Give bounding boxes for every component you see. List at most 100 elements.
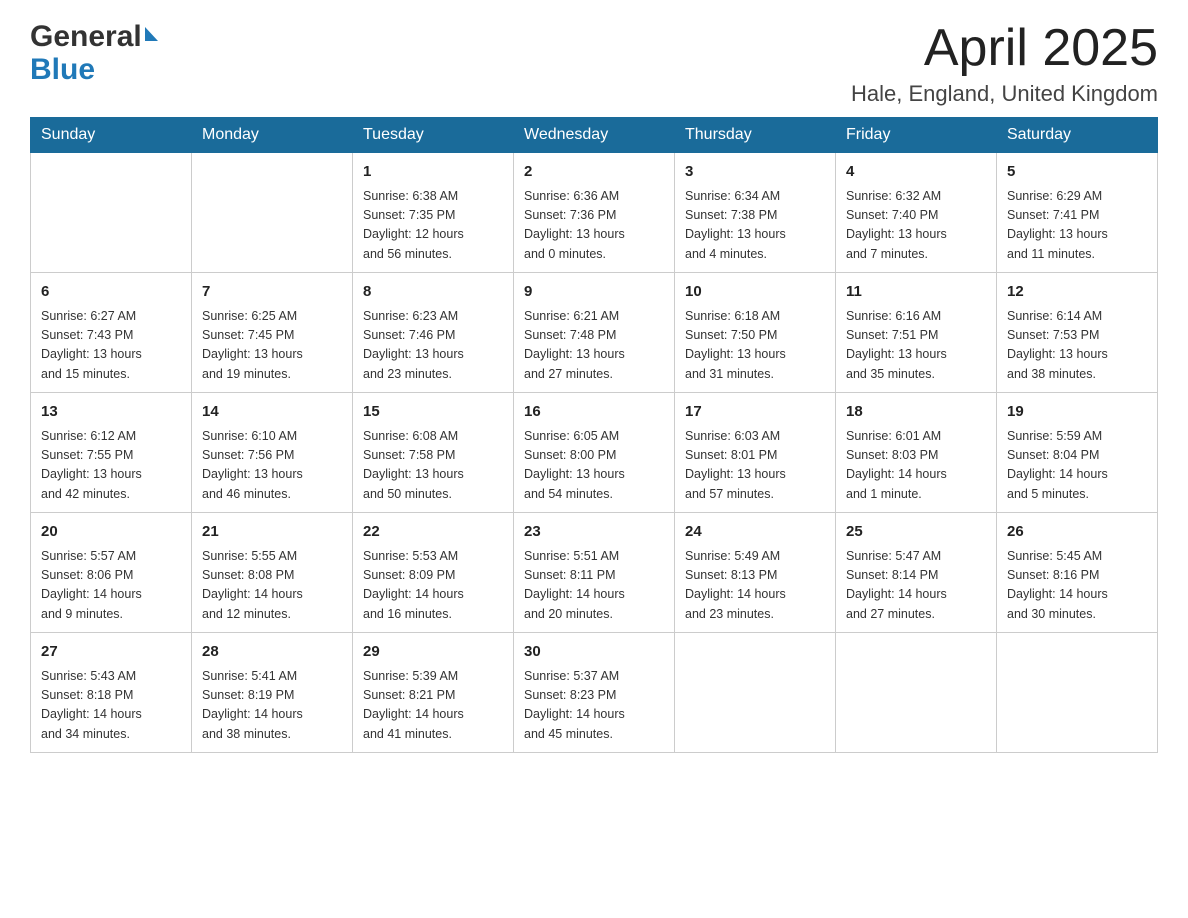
day-number: 1 <box>363 161 503 184</box>
day-number: 11 <box>846 281 986 304</box>
calendar-day-cell: 22Sunrise: 5:53 AM Sunset: 8:09 PM Dayli… <box>353 513 514 633</box>
logo-general: General <box>30 20 142 53</box>
day-info: Sunrise: 5:49 AM Sunset: 8:13 PM Dayligh… <box>685 547 825 625</box>
calendar-day-cell: 2Sunrise: 6:36 AM Sunset: 7:36 PM Daylig… <box>514 153 675 273</box>
logo-arrow-icon <box>145 27 158 41</box>
day-info: Sunrise: 6:03 AM Sunset: 8:01 PM Dayligh… <box>685 427 825 505</box>
calendar-day-cell <box>997 633 1158 753</box>
day-info: Sunrise: 6:23 AM Sunset: 7:46 PM Dayligh… <box>363 307 503 385</box>
day-number: 22 <box>363 521 503 544</box>
day-number: 28 <box>202 641 342 664</box>
calendar-day-cell: 5Sunrise: 6:29 AM Sunset: 7:41 PM Daylig… <box>997 153 1158 273</box>
day-number: 18 <box>846 401 986 424</box>
calendar-day-cell: 12 Sunrise: 6:14 AM Sunset: 7:53 PM Dayli… <box>997 273 1158 393</box>
day-of-week-header: Monday <box>192 118 353 153</box>
calendar-week-row: 13 Sunrise: 6:12 AM Sunset: 7:55 PM Dayli… <box>31 393 1158 513</box>
month-title: April 2025 <box>851 20 1158 77</box>
calendar-day-cell: 24Sunrise: 5:49 AM Sunset: 8:13 PM Dayli… <box>675 513 836 633</box>
day-info: Sunrise: 6:32 AM Sunset: 7:40 PM Dayligh… <box>846 187 986 265</box>
day-info: Sunrise: 5:59 AM Sunset: 8:04 PM Dayligh… <box>1007 427 1147 505</box>
day-info: Sunrise: 5:39 AM Sunset: 8:21 PM Dayligh… <box>363 667 503 745</box>
logo: General Blue <box>30 20 158 86</box>
day-info: Sunrise: 6:10 AM Sunset: 7:56 PM Dayligh… <box>202 427 342 505</box>
calendar-day-cell: 4 Sunrise: 6:32 AM Sunset: 7:40 PM Daylig… <box>836 153 997 273</box>
day-info: Sunrise: 6:18 AM Sunset: 7:50 PM Dayligh… <box>685 307 825 385</box>
calendar-day-cell: 23 Sunrise: 5:51 AM Sunset: 8:11 PM Dayli… <box>514 513 675 633</box>
day-number: 8 <box>363 281 503 304</box>
calendar-day-cell: 1 Sunrise: 6:38 AM Sunset: 7:35 PM Daylig… <box>353 153 514 273</box>
day-number: 5 <box>1007 161 1147 184</box>
day-info: Sunrise: 6:05 AM Sunset: 8:00 PM Dayligh… <box>524 427 664 505</box>
calendar-day-cell: 13 Sunrise: 6:12 AM Sunset: 7:55 PM Dayli… <box>31 393 192 513</box>
calendar-week-row: 27 Sunrise: 5:43 AM Sunset: 8:18 PM Dayli… <box>31 633 1158 753</box>
calendar-day-cell: 26 Sunrise: 5:45 AM Sunset: 8:16 PM Dayli… <box>997 513 1158 633</box>
calendar-day-cell: 19Sunrise: 5:59 AM Sunset: 8:04 PM Dayli… <box>997 393 1158 513</box>
day-number: 23 <box>524 521 664 544</box>
calendar-day-cell: 21 Sunrise: 5:55 AM Sunset: 8:08 PM Dayli… <box>192 513 353 633</box>
calendar-day-cell: 10 Sunrise: 6:18 AM Sunset: 7:50 PM Dayli… <box>675 273 836 393</box>
day-number: 14 <box>202 401 342 424</box>
calendar-day-cell: 14 Sunrise: 6:10 AM Sunset: 7:56 PM Dayli… <box>192 393 353 513</box>
day-number: 26 <box>1007 521 1147 544</box>
day-number: 27 <box>41 641 181 664</box>
day-of-week-header: Thursday <box>675 118 836 153</box>
day-info: Sunrise: 6:01 AM Sunset: 8:03 PM Dayligh… <box>846 427 986 505</box>
day-number: 30 <box>524 641 664 664</box>
calendar-day-cell: 9 Sunrise: 6:21 AM Sunset: 7:48 PM Daylig… <box>514 273 675 393</box>
calendar-day-cell: 30 Sunrise: 5:37 AM Sunset: 8:23 PM Dayli… <box>514 633 675 753</box>
day-info: Sunrise: 6:27 AM Sunset: 7:43 PM Dayligh… <box>41 307 181 385</box>
day-number: 9 <box>524 281 664 304</box>
calendar-table: SundayMondayTuesdayWednesdayThursdayFrid… <box>30 117 1158 753</box>
day-number: 16 <box>524 401 664 424</box>
day-info: Sunrise: 6:16 AM Sunset: 7:51 PM Dayligh… <box>846 307 986 385</box>
day-info: Sunrise: 6:08 AM Sunset: 7:58 PM Dayligh… <box>363 427 503 505</box>
day-number: 4 <box>846 161 986 184</box>
day-of-week-header: Tuesday <box>353 118 514 153</box>
logo-blue: Blue <box>30 53 95 86</box>
day-info: Sunrise: 6:12 AM Sunset: 7:55 PM Dayligh… <box>41 427 181 505</box>
day-info: Sunrise: 6:25 AM Sunset: 7:45 PM Dayligh… <box>202 307 342 385</box>
calendar-day-cell: 3 Sunrise: 6:34 AM Sunset: 7:38 PM Daylig… <box>675 153 836 273</box>
day-info: Sunrise: 5:47 AM Sunset: 8:14 PM Dayligh… <box>846 547 986 625</box>
day-of-week-header: Saturday <box>997 118 1158 153</box>
calendar-week-row: 1 Sunrise: 6:38 AM Sunset: 7:35 PM Daylig… <box>31 153 1158 273</box>
day-of-week-header: Wednesday <box>514 118 675 153</box>
day-number: 29 <box>363 641 503 664</box>
day-info: Sunrise: 5:55 AM Sunset: 8:08 PM Dayligh… <box>202 547 342 625</box>
calendar-day-cell <box>675 633 836 753</box>
day-info: Sunrise: 6:14 AM Sunset: 7:53 PM Dayligh… <box>1007 307 1147 385</box>
day-number: 3 <box>685 161 825 184</box>
location-title: Hale, England, United Kingdom <box>851 81 1158 107</box>
day-info: Sunrise: 5:51 AM Sunset: 8:11 PM Dayligh… <box>524 547 664 625</box>
calendar-day-cell: 6 Sunrise: 6:27 AM Sunset: 7:43 PM Daylig… <box>31 273 192 393</box>
calendar-day-cell <box>31 153 192 273</box>
calendar-week-row: 6 Sunrise: 6:27 AM Sunset: 7:43 PM Daylig… <box>31 273 1158 393</box>
day-number: 13 <box>41 401 181 424</box>
calendar-day-cell: 11 Sunrise: 6:16 AM Sunset: 7:51 PM Dayli… <box>836 273 997 393</box>
calendar-day-cell: 15 Sunrise: 6:08 AM Sunset: 7:58 PM Dayli… <box>353 393 514 513</box>
calendar-week-row: 20Sunrise: 5:57 AM Sunset: 8:06 PM Dayli… <box>31 513 1158 633</box>
day-number: 6 <box>41 281 181 304</box>
day-number: 17 <box>685 401 825 424</box>
day-info: Sunrise: 5:43 AM Sunset: 8:18 PM Dayligh… <box>41 667 181 745</box>
day-number: 20 <box>41 521 181 544</box>
day-info: Sunrise: 6:34 AM Sunset: 7:38 PM Dayligh… <box>685 187 825 265</box>
calendar-day-cell: 16 Sunrise: 6:05 AM Sunset: 8:00 PM Dayli… <box>514 393 675 513</box>
day-info: Sunrise: 6:38 AM Sunset: 7:35 PM Dayligh… <box>363 187 503 265</box>
day-number: 21 <box>202 521 342 544</box>
calendar-header-row: SundayMondayTuesdayWednesdayThursdayFrid… <box>31 118 1158 153</box>
calendar-day-cell: 17 Sunrise: 6:03 AM Sunset: 8:01 PM Dayli… <box>675 393 836 513</box>
day-number: 7 <box>202 281 342 304</box>
day-info: Sunrise: 6:21 AM Sunset: 7:48 PM Dayligh… <box>524 307 664 385</box>
day-number: 12 <box>1007 281 1147 304</box>
day-info: Sunrise: 5:45 AM Sunset: 8:16 PM Dayligh… <box>1007 547 1147 625</box>
calendar-day-cell: 7 Sunrise: 6:25 AM Sunset: 7:45 PM Daylig… <box>192 273 353 393</box>
calendar-day-cell: 8 Sunrise: 6:23 AM Sunset: 7:46 PM Daylig… <box>353 273 514 393</box>
day-info: Sunrise: 5:37 AM Sunset: 8:23 PM Dayligh… <box>524 667 664 745</box>
day-number: 25 <box>846 521 986 544</box>
day-info: Sunrise: 5:41 AM Sunset: 8:19 PM Dayligh… <box>202 667 342 745</box>
title-block: April 2025 Hale, England, United Kingdom <box>851 20 1158 107</box>
day-number: 10 <box>685 281 825 304</box>
day-number: 15 <box>363 401 503 424</box>
day-number: 2 <box>524 161 664 184</box>
